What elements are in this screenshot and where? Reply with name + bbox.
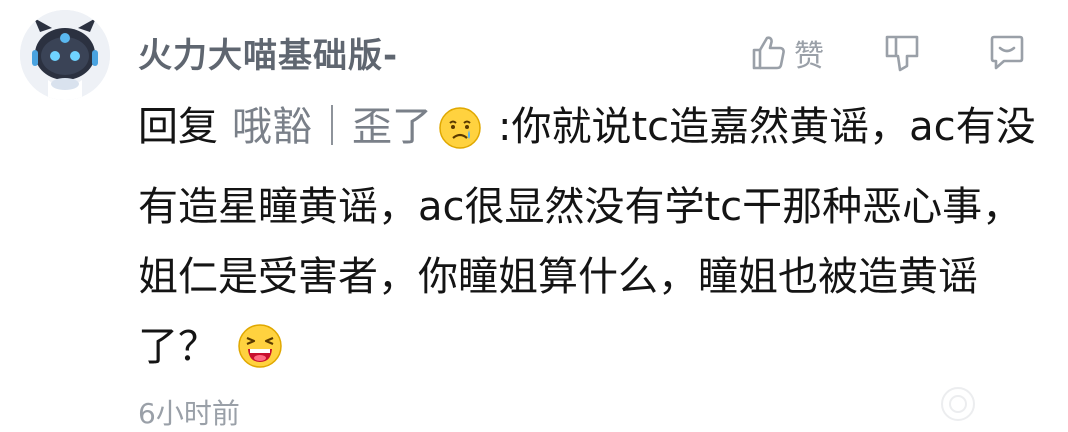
- username[interactable]: 火力大喵基础版-: [138, 28, 398, 77]
- thumb-up-icon: [752, 36, 785, 70]
- laughing-emoji-icon: [236, 322, 284, 392]
- cat-robot-avatar-icon: [20, 10, 110, 100]
- reply-target-username[interactable]: 哦豁｜歪了: [232, 104, 432, 150]
- like-button[interactable]: 赞: [748, 31, 824, 75]
- reply-bubble-icon: [990, 35, 1024, 70]
- thumb-down-icon: [885, 35, 919, 72]
- dislike-button[interactable]: [882, 32, 922, 74]
- comment-actions: 赞: [748, 26, 1028, 80]
- crying-emoji-icon: [438, 102, 482, 172]
- comment-body: 回复 哦豁｜歪了:你就说tc造嘉然黄谣，ac有没有造星瞳黄谣，ac很显然没有学tc…: [138, 92, 1038, 392]
- comment-timestamp: 6小时前: [138, 397, 240, 430]
- like-label: 赞: [794, 39, 824, 74]
- reply-button[interactable]: [986, 33, 1028, 73]
- reply-prefix: 回复: [138, 104, 218, 150]
- watermark-icon: [941, 387, 975, 421]
- user-avatar[interactable]: [20, 10, 110, 100]
